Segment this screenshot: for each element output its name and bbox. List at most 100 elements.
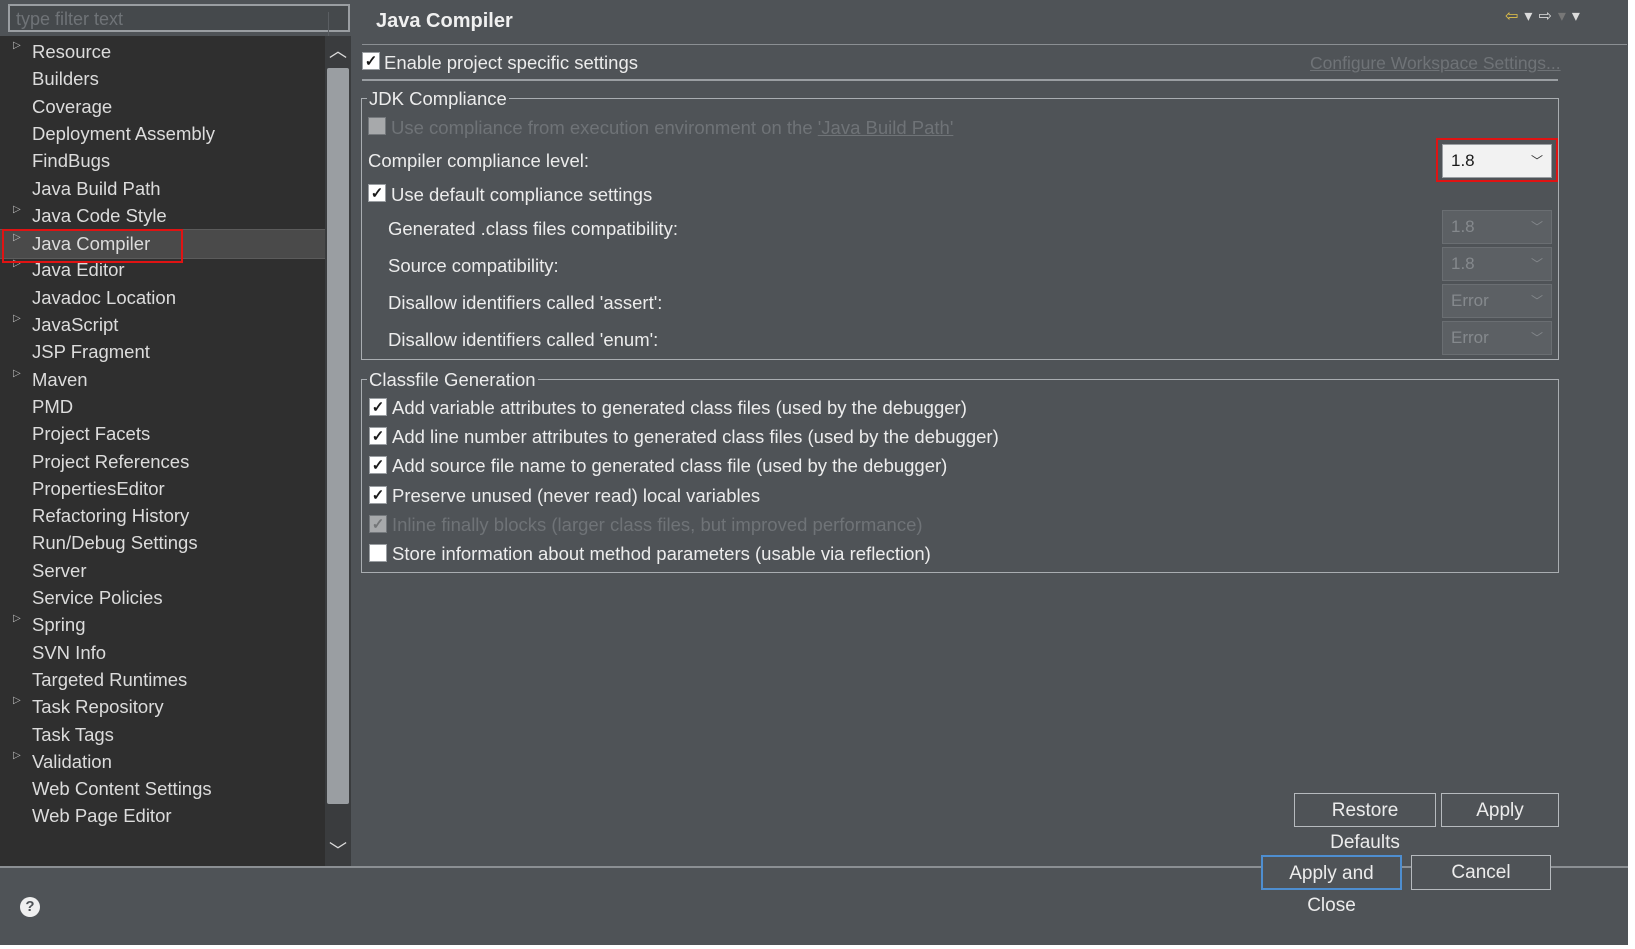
use-default-compliance-checkbox[interactable]: ✓ [368, 184, 386, 202]
tree-item-label: Targeted Runtimes [32, 668, 188, 690]
scroll-up-icon[interactable]: ︿ [325, 36, 351, 66]
source-compat-value: 1.8 [1451, 254, 1475, 273]
tree-item[interactable]: SVN Info [0, 639, 325, 667]
preferences-dialog: ▷ Resource Builders Coverage Deployment Asse… [0, 0, 1635, 949]
classfile-option-label: Store information about method parameter… [392, 543, 931, 564]
tree-item-label: Coverage [32, 95, 113, 117]
generated-compat-dropdown[interactable]: 1.8 ﹀ [1442, 210, 1552, 244]
classfile-option-checkbox[interactable]: ✓ [369, 514, 387, 533]
tree-item[interactable]: Refactoring History [0, 502, 325, 530]
filter-input[interactable] [16, 9, 342, 30]
tree-item[interactable]: JSP Fragment [0, 338, 325, 366]
source-compat-dropdown[interactable]: 1.8 ﹀ [1442, 247, 1552, 281]
tree-item-label: Task Repository [32, 696, 164, 718]
tree-item-label: Builders [32, 68, 99, 90]
page-title: Java Compiler [376, 10, 513, 32]
tree-scrollbar[interactable]: ︿ ﹀ [325, 36, 351, 867]
expand-arrow-icon[interactable]: ▷ [13, 196, 21, 224]
chevron-down-icon: ﹀ [1530, 257, 1543, 271]
tree-item-label: Maven [32, 368, 88, 390]
expand-arrow-icon[interactable]: ▷ [13, 742, 21, 770]
expand-arrow-icon[interactable]: ▷ [13, 605, 21, 633]
tree-item[interactable]: FindBugs [0, 147, 325, 175]
expand-arrow-icon[interactable]: ▷ [13, 360, 21, 388]
tree-item[interactable]: ▷ Java Code Style [0, 202, 325, 230]
window-edge-right [1628, 0, 1635, 949]
classfile-option-label: Add line number attributes to generated … [392, 426, 999, 448]
back-arrow-icon[interactable]: ⇦ [1505, 8, 1524, 25]
use-ee-label: Use compliance from execution environmen… [391, 117, 953, 139]
configure-workspace-link[interactable]: Configure Workspace Settings... [1310, 53, 1561, 74]
annotation-highlight-compliance [1436, 138, 1558, 182]
tree-item[interactable]: ▷ Validation [0, 748, 325, 776]
chevron-down-icon: ﹀ [1530, 294, 1543, 308]
tree-item[interactable]: ▷ Task Repository [0, 693, 325, 721]
forward-arrow-icon[interactable]: ⇨ [1538, 8, 1557, 25]
assert-value: Error [1451, 291, 1489, 310]
tree-item-label: PMD [32, 395, 74, 417]
assert-dropdown[interactable]: Error ﹀ [1442, 284, 1552, 318]
tree-item[interactable]: Web Content Settings [0, 775, 325, 803]
tree-item[interactable]: PMD [0, 393, 325, 421]
classfile-option-checkbox[interactable]: ✓ [369, 485, 387, 504]
scroll-thumb[interactable] [327, 68, 349, 804]
tree-item[interactable]: ▷ JavaScript [0, 311, 325, 339]
back-menu-icon[interactable]: ▾ [1524, 8, 1538, 25]
tree-item[interactable]: Service Policies [0, 584, 325, 612]
tree-item-label: Project Facets [32, 423, 151, 445]
expand-arrow-icon[interactable]: ▷ [13, 36, 21, 60]
assert-label: Disallow identifiers called 'assert': [388, 292, 663, 313]
apply-button[interactable]: Apply [1441, 793, 1559, 827]
tree-item[interactable]: Targeted Runtimes [0, 666, 325, 694]
tree-item[interactable]: Project Facets [0, 420, 325, 448]
classfile-option-checkbox[interactable]: ✓ [369, 398, 387, 416]
cancel-button[interactable]: Cancel [1411, 855, 1551, 890]
generated-compat-label: Generated .class files compatibility: [388, 218, 678, 239]
tree-item-label: FindBugs [32, 150, 111, 172]
compliance-level-label: Compiler compliance level: [368, 150, 590, 171]
classfile-option-checkbox[interactable] [369, 544, 387, 562]
classfile-option-label: Inline finally blocks (larger class file… [392, 513, 923, 535]
classfile-option-checkbox[interactable]: ✓ [369, 427, 387, 446]
help-icon[interactable]: ? [20, 897, 40, 917]
header-separator [362, 79, 1558, 81]
apply-and-close-button[interactable]: Apply and Close [1261, 855, 1402, 916]
tree-item[interactable]: ▷ Resource [0, 38, 325, 66]
clear-filter-icon[interactable] [328, 12, 349, 36]
tree-item[interactable]: Project References [0, 448, 325, 476]
tree-item-label: Web Content Settings [32, 778, 212, 800]
tree-item-label: JSP Fragment [32, 341, 150, 363]
tree-item[interactable]: Run/Debug Settings [0, 529, 325, 557]
tree-item[interactable]: Coverage [0, 93, 325, 121]
enum-dropdown[interactable]: Error ﹀ [1442, 321, 1552, 355]
expand-arrow-icon[interactable]: ▷ [13, 305, 21, 333]
tree-item[interactable]: Deployment Assembly [0, 120, 325, 148]
tree-item-label: Java Code Style [32, 204, 167, 226]
restore-defaults-button[interactable]: Restore Defaults [1294, 793, 1436, 853]
use-ee-checkbox[interactable] [368, 117, 386, 135]
tree-item[interactable]: PropertiesEditor [0, 475, 325, 503]
java-build-path-link[interactable]: 'Java Build Path' [818, 117, 954, 138]
scroll-down-icon[interactable]: ﹀ [325, 836, 351, 866]
tree-item[interactable]: ▷ Maven [0, 366, 325, 394]
tree-item[interactable]: Web Page Editor [0, 802, 325, 830]
tree-item[interactable]: Javadoc Location [0, 284, 325, 312]
enable-specific-checkbox[interactable]: ✓ [362, 52, 380, 70]
classfile-option-checkbox[interactable]: ✓ [369, 456, 387, 475]
tree-item-label: Spring [32, 614, 86, 636]
tree-item-label: Deployment Assembly [32, 122, 216, 144]
tree-item[interactable]: Task Tags [0, 721, 325, 749]
tree-item-label: Service Policies [32, 587, 163, 608]
tree-item[interactable]: Java Build Path [0, 175, 325, 203]
view-menu-icon[interactable]: ▾ [1572, 8, 1586, 25]
enable-specific-label: Enable project specific settings [384, 52, 638, 73]
expand-arrow-icon[interactable]: ▷ [13, 687, 21, 715]
tree-item[interactable]: Builders [0, 65, 325, 93]
window-edge [0, 945, 1635, 949]
tree-item-label: Run/Debug Settings [32, 532, 198, 554]
tree-item[interactable]: Server [0, 557, 325, 585]
tree-item[interactable]: ▷ Spring [0, 611, 325, 639]
tree-item-label: SVN Info [32, 641, 107, 663]
use-ee-text: Use compliance from execution environmen… [391, 117, 818, 138]
forward-menu-icon[interactable]: ▾ [1558, 8, 1572, 25]
